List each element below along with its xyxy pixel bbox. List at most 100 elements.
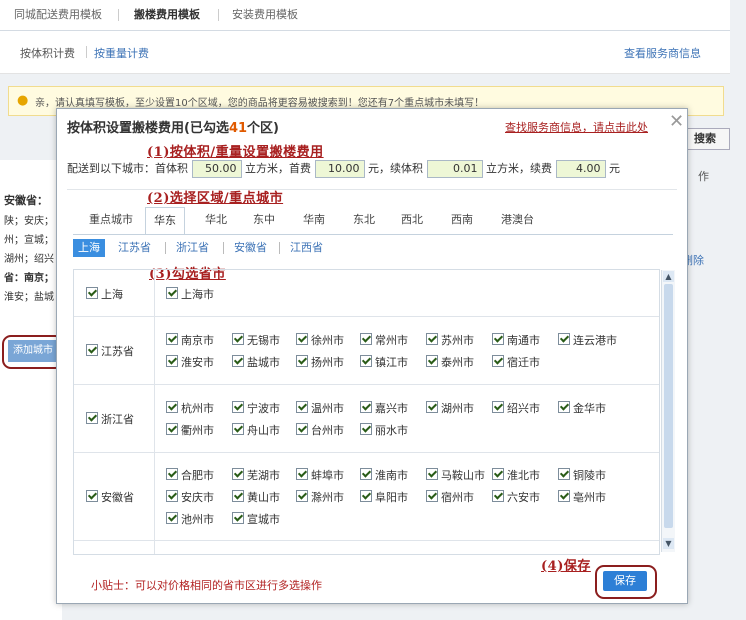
tab-local-delivery-template[interactable]: 同城配送费用模板	[6, 0, 110, 30]
checkbox-checked-icon[interactable]	[360, 423, 372, 435]
city-checkbox[interactable]: 舟山市	[232, 422, 280, 438]
city-checkbox[interactable]: 宣城市	[232, 511, 280, 527]
city-checkbox[interactable]: 蚌埠市	[296, 467, 344, 483]
tab-region[interactable]: 华北	[197, 207, 235, 233]
checkbox-checked-icon[interactable]	[232, 468, 244, 480]
checkbox-checked-icon[interactable]	[426, 468, 438, 480]
first-volume-input[interactable]: 50.00	[191, 160, 242, 178]
city-checkbox[interactable]: 丽水市	[360, 422, 408, 438]
checkbox-checked-icon[interactable]	[166, 355, 178, 367]
checkbox-checked-icon[interactable]	[232, 490, 244, 502]
city-checkbox[interactable]: 南通市	[492, 332, 540, 348]
city-checkbox[interactable]: 绍兴市	[492, 400, 540, 416]
city-checkbox[interactable]: 亳州市	[558, 489, 606, 505]
city-checkbox[interactable]: 池州市	[166, 511, 214, 527]
province-checkbox[interactable]: 浙江省	[86, 411, 134, 427]
checkbox-checked-icon[interactable]	[360, 333, 372, 345]
checkbox-checked-icon[interactable]	[166, 401, 178, 413]
city-checkbox[interactable]: 苏州市	[426, 332, 474, 348]
checkbox-checked-icon[interactable]	[558, 468, 570, 480]
tab-province[interactable]: 安徽省	[229, 239, 272, 257]
tab-region[interactable]: 重点城市	[81, 207, 141, 233]
checkbox-checked-icon[interactable]	[360, 401, 372, 413]
city-checkbox[interactable]: 阜阳市	[360, 489, 408, 505]
city-checkbox[interactable]: 南京市	[166, 332, 214, 348]
tab-region[interactable]: 东北	[345, 207, 383, 233]
checkbox-checked-icon[interactable]	[232, 401, 244, 413]
city-checkbox[interactable]: 滁州市	[296, 489, 344, 505]
first-fee-input[interactable]: 10.00	[314, 160, 365, 178]
checkbox-checked-icon[interactable]	[558, 490, 570, 502]
continued-volume-input[interactable]: 0.01	[426, 160, 483, 178]
checkbox-checked-icon[interactable]	[296, 490, 308, 502]
city-checkbox[interactable]: 盐城市	[232, 354, 280, 370]
city-checkbox[interactable]: 徐州市	[296, 332, 344, 348]
checkbox-checked-icon[interactable]	[492, 401, 504, 413]
checkbox-checked-icon[interactable]	[360, 468, 372, 480]
checkbox-checked-icon[interactable]	[232, 512, 244, 524]
grid-scrollbar[interactable]: ▲ ▼	[661, 270, 675, 552]
checkbox-checked-icon[interactable]	[296, 423, 308, 435]
tab-province[interactable]: 浙江省	[171, 239, 214, 257]
city-checkbox[interactable]: 常州市	[360, 332, 408, 348]
city-checkbox[interactable]: 泰州市	[426, 354, 474, 370]
city-checkbox[interactable]: 芜湖市	[232, 467, 280, 483]
tab-moving-template[interactable]: 搬楼费用模板	[126, 0, 208, 30]
province-checkbox[interactable]: 上海	[86, 286, 123, 302]
city-checkbox[interactable]: 安庆市	[166, 489, 214, 505]
close-icon[interactable]: ✕	[669, 111, 684, 132]
tab-install-template[interactable]: 安装费用模板	[224, 0, 306, 30]
province-checkbox[interactable]: 江苏省	[86, 343, 134, 359]
checkbox-checked-icon[interactable]	[166, 468, 178, 480]
tab-province[interactable]: 江西省	[285, 239, 328, 257]
city-checkbox[interactable]: 无锡市	[232, 332, 280, 348]
checkbox-checked-icon[interactable]	[360, 355, 372, 367]
checkbox-checked-icon[interactable]	[296, 355, 308, 367]
city-checkbox[interactable]: 马鞍山市	[426, 467, 485, 483]
checkbox-checked-icon[interactable]	[492, 490, 504, 502]
checkbox-checked-icon[interactable]	[166, 512, 178, 524]
checkbox-checked-icon[interactable]	[296, 468, 308, 480]
city-checkbox[interactable]: 铜陵市	[558, 467, 606, 483]
tab-province-active[interactable]: 上海	[73, 239, 105, 257]
tab-by-weight[interactable]: 按重量计费	[94, 45, 149, 61]
tab-region[interactable]: 西北	[393, 207, 431, 233]
city-checkbox[interactable]: 淮安市	[166, 354, 214, 370]
scroll-down-icon[interactable]: ▼	[663, 538, 674, 549]
scroll-up-icon[interactable]: ▲	[663, 271, 674, 282]
city-checkbox[interactable]: 六安市	[492, 489, 540, 505]
checkbox-checked-icon[interactable]	[232, 355, 244, 367]
city-checkbox[interactable]: 扬州市	[296, 354, 344, 370]
city-checkbox[interactable]: 黄山市	[232, 489, 280, 505]
checkbox-checked-icon[interactable]	[426, 355, 438, 367]
scroll-thumb[interactable]	[664, 284, 673, 528]
tab-region[interactable]: 港澳台	[493, 207, 542, 233]
checkbox-checked-icon[interactable]	[86, 490, 98, 502]
checkbox-checked-icon[interactable]	[166, 333, 178, 345]
city-checkbox[interactable]: 淮北市	[492, 467, 540, 483]
checkbox-checked-icon[interactable]	[426, 490, 438, 502]
checkbox-checked-icon[interactable]	[86, 344, 98, 356]
city-checkbox[interactable]: 宿州市	[426, 489, 474, 505]
checkbox-checked-icon[interactable]	[360, 490, 372, 502]
checkbox-checked-icon[interactable]	[558, 333, 570, 345]
checkbox-checked-icon[interactable]	[166, 490, 178, 502]
checkbox-checked-icon[interactable]	[426, 333, 438, 345]
city-checkbox[interactable]: 杭州市	[166, 400, 214, 416]
tab-region[interactable]: 东中	[245, 207, 283, 233]
city-checkbox[interactable]: 湖州市	[426, 400, 474, 416]
tab-region[interactable]: 西南	[443, 207, 481, 233]
checkbox-checked-icon[interactable]	[232, 333, 244, 345]
city-checkbox[interactable]: 淮南市	[360, 467, 408, 483]
checkbox-checked-icon[interactable]	[86, 287, 98, 299]
checkbox-checked-icon[interactable]	[492, 468, 504, 480]
continued-fee-input[interactable]: 4.00	[555, 160, 606, 178]
tab-province[interactable]: 江苏省	[113, 239, 156, 257]
find-service-provider-link[interactable]: 查找服务商信息，请点击此处	[505, 119, 648, 135]
checkbox-checked-icon[interactable]	[166, 287, 178, 299]
city-checkbox[interactable]: 温州市	[296, 400, 344, 416]
checkbox-checked-icon[interactable]	[296, 333, 308, 345]
checkbox-checked-icon[interactable]	[558, 401, 570, 413]
tab-region-active[interactable]: 华东	[145, 207, 185, 234]
checkbox-checked-icon[interactable]	[86, 412, 98, 424]
